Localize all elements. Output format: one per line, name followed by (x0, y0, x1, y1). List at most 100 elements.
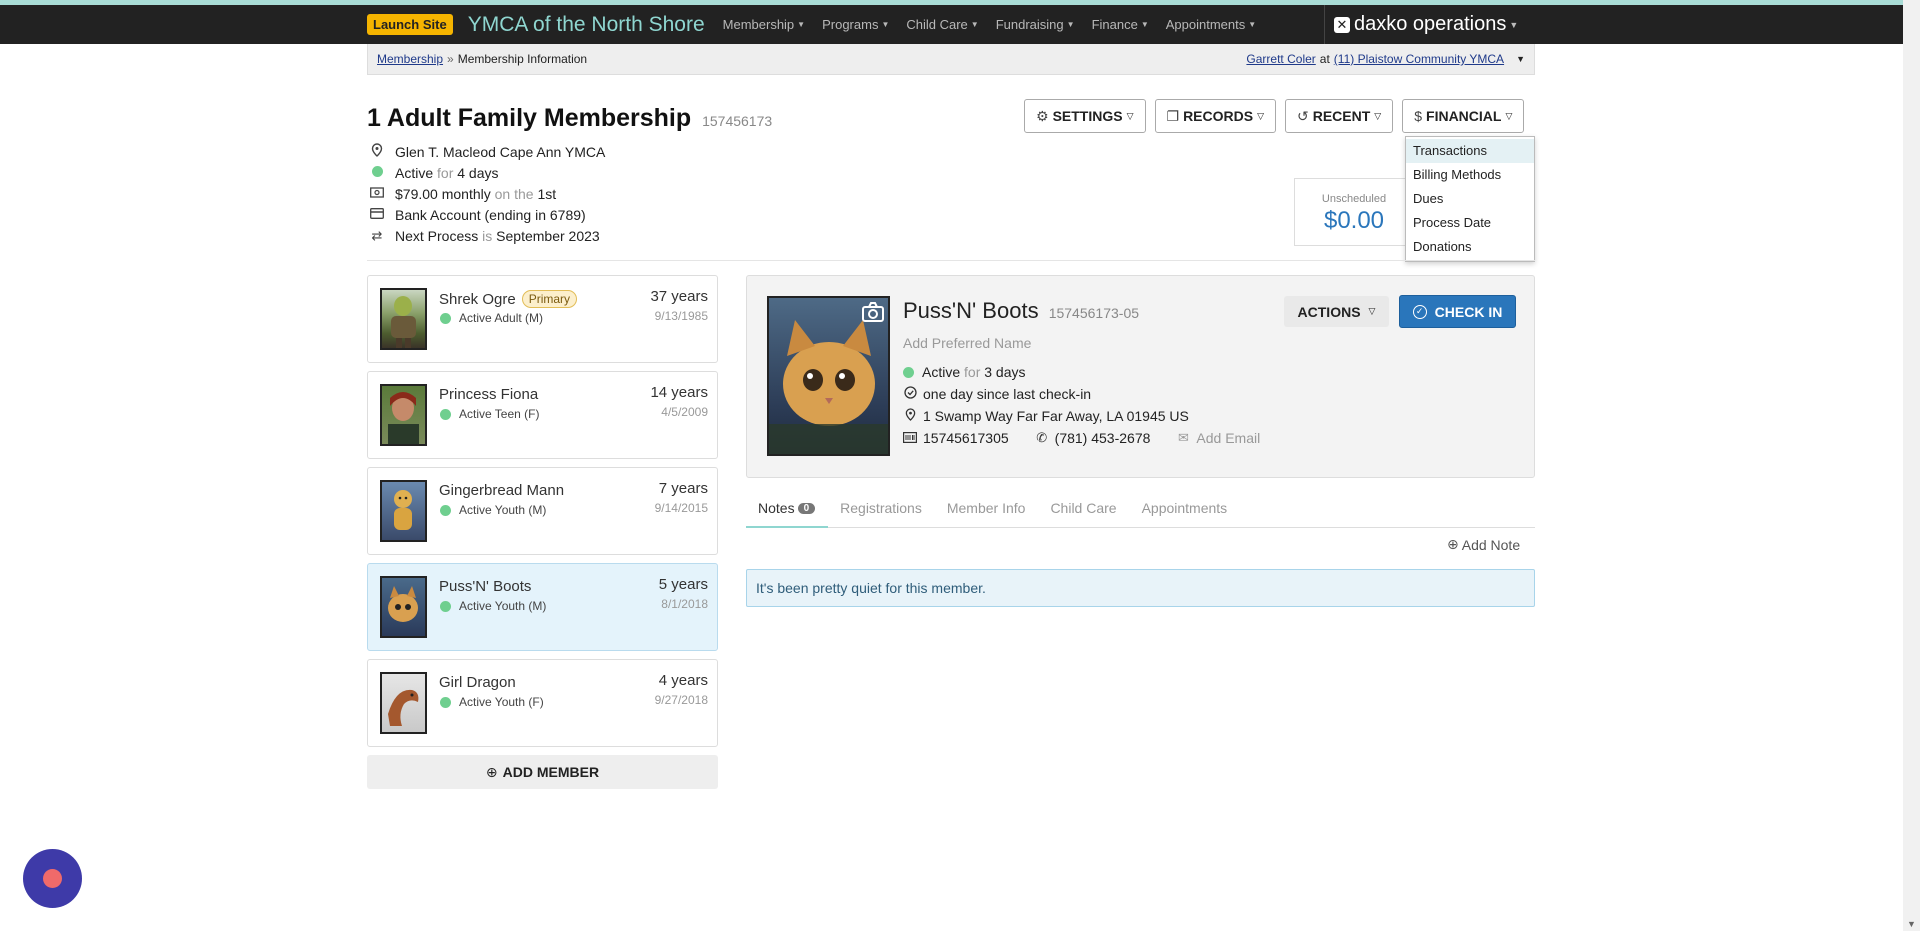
tab-registrations[interactable]: Registrations (828, 495, 935, 528)
billing-day: 1st (537, 185, 557, 202)
org-name-link[interactable]: YMCA of the North Shore (468, 13, 705, 37)
next-process-row: ⇄ Next Process is September 2023 (369, 225, 605, 246)
tab-member-info[interactable]: Member Info (935, 495, 1039, 528)
nav-finance[interactable]: Finance ▼ (1092, 17, 1149, 32)
nav-label: Programs (822, 17, 879, 32)
member-name: Gingerbread Mann (439, 482, 565, 499)
member-name-row: Shrek Ogre Primary (439, 290, 578, 308)
member-card-fiona[interactable]: Princess Fiona Active Teen (F) 14 years … (367, 371, 718, 459)
member-age: 5 years (658, 576, 708, 593)
member-detail-photo[interactable] (767, 296, 890, 456)
detail-address-row: 1 Swamp Way Far Far Away, LA 01945 US (903, 408, 1189, 424)
credit-card-icon (369, 207, 385, 222)
barcode-icon (903, 431, 918, 446)
actions-button[interactable]: ACTIONS ▽ (1284, 296, 1389, 327)
financial-label: FINANCIAL (1426, 108, 1502, 124)
nav-membership[interactable]: Membership ▼ (723, 17, 805, 32)
payment-row: Bank Account (ending in 6789) (369, 204, 605, 225)
envelope-icon: ✉ (1177, 430, 1189, 445)
member-card-puss[interactable]: Puss'N' Boots Active Youth (M) 5 years 8… (367, 563, 718, 651)
nav-label: Finance (1091, 17, 1138, 32)
membership-title: 1 Adult Family Membership (367, 104, 692, 132)
nav-child-care[interactable]: Child Care ▼ (906, 17, 978, 32)
add-note-button[interactable]: ⊕ Add Note (1447, 536, 1520, 553)
menu-item-dues[interactable]: Dues (1406, 187, 1534, 211)
tab-appointments[interactable]: Appointments (1130, 495, 1241, 528)
detail-duration: 3 days (984, 364, 1026, 380)
detail-address: 1 Swamp Way Far Far Away, LA 01945 US (923, 408, 1189, 424)
breadcrumb: Membership » Membership Information Garr… (367, 44, 1535, 75)
user-link[interactable]: Garrett Coler (1246, 52, 1315, 66)
chevron-down-icon: ▼ (881, 20, 890, 29)
plus-circle-icon: ⊕ (1447, 536, 1459, 552)
member-name-row: Puss'N' Boots (439, 578, 531, 595)
member-status: Active Teen (F) (440, 407, 539, 421)
menu-item-billing-methods[interactable]: Billing Methods (1406, 163, 1534, 187)
member-name-row: Princess Fiona (439, 386, 538, 403)
menu-item-process-date[interactable]: Process Date (1406, 211, 1534, 235)
nav-programs[interactable]: Programs ▼ (822, 17, 889, 32)
check-in-button[interactable]: ✓ CHECK IN (1399, 295, 1516, 328)
status-dot-icon (903, 366, 914, 378)
branch-row: Glen T. Macleod Cape Ann YMCA (369, 141, 605, 162)
records-button[interactable]: ❐ RECORDS ▽ (1154, 99, 1276, 133)
at-label: at (1319, 52, 1330, 66)
add-email-link[interactable]: Add Email (1196, 430, 1260, 446)
for-label: for (437, 164, 454, 181)
add-preferred-name-link[interactable]: Add Preferred Name (903, 335, 1031, 351)
on-the-label: on the (494, 185, 534, 202)
camera-icon[interactable] (862, 302, 884, 322)
member-status-label: Active Adult (M) (459, 311, 544, 325)
add-member-button[interactable]: ⊕ ADD MEMBER (367, 755, 718, 789)
copy-icon: ❐ (1166, 107, 1180, 124)
chevron-down-icon: ▼ (1066, 20, 1075, 29)
member-card-gingerbread[interactable]: Gingerbread Mann Active Youth (M) 7 year… (367, 467, 718, 555)
payment-method: Bank Account (ending in 6789) (395, 206, 586, 223)
menu-item-donations[interactable]: Donations (1406, 235, 1534, 259)
member-detail-name: Puss'N' Boots (903, 298, 1039, 323)
page-scrollbar[interactable]: ▼ (1903, 0, 1920, 931)
member-status-label: Active Youth (M) (459, 599, 547, 613)
breadcrumb-separator: » (447, 52, 454, 66)
daxko-brand-menu[interactable]: ✕ daxko operations ▼ (1324, 5, 1535, 44)
breadcrumb-membership-link[interactable]: Membership (377, 52, 443, 66)
tab-child-care[interactable]: Child Care (1038, 495, 1129, 528)
member-photo (380, 672, 427, 734)
check-circle-icon: ✓ (1412, 304, 1427, 319)
financial-button[interactable]: $ FINANCIAL ▽ (1402, 99, 1525, 133)
member-detail-card: Puss'N' Boots 157456173-05 Add Preferred… (746, 275, 1535, 478)
member-card-dragon[interactable]: Girl Dragon Active Youth (F) 4 years 9/2… (367, 659, 718, 747)
chat-launcher[interactable] (23, 849, 82, 908)
unscheduled-panel: Unscheduled $0.00 (1294, 178, 1414, 246)
location-link[interactable]: (11) Plaistow Community YMCA (1334, 52, 1504, 66)
actions-label: ACTIONS (1297, 303, 1361, 320)
chevron-down-icon: ▽ (1126, 110, 1134, 121)
detail-contact-row: 15745617305 ✆ (781) 453-2678 ✉ Add Email (903, 430, 1260, 446)
nav-appointments[interactable]: Appointments ▼ (1166, 17, 1256, 32)
settings-button[interactable]: ⚙ SETTINGS ▽ (1024, 99, 1146, 133)
chevron-down-icon: ▼ (797, 20, 806, 29)
branch-name: Glen T. Macleod Cape Ann YMCA (395, 143, 606, 160)
member-name: Princess Fiona (439, 386, 539, 403)
launch-site-button[interactable]: Launch Site (367, 14, 453, 35)
status-duration: 4 days (457, 164, 499, 181)
scroll-down-icon[interactable]: ▼ (1907, 919, 1916, 929)
records-label: RECORDS (1183, 108, 1254, 124)
tab-label: Notes (758, 500, 795, 516)
nav-fundraising[interactable]: Fundraising ▼ (996, 17, 1075, 32)
status-dot-icon (440, 312, 451, 324)
dollar-icon: $ (1414, 108, 1423, 124)
chevron-down-icon: ▽ (1505, 110, 1513, 121)
chevron-down-icon[interactable]: ▼ (1516, 54, 1525, 64)
plus-circle-icon: ⊕ (485, 763, 498, 780)
member-card-shrek[interactable]: Shrek Ogre Primary Active Adult (M) 37 y… (367, 275, 718, 363)
status-text: Active (395, 164, 434, 181)
menu-item-transactions[interactable]: Transactions (1406, 139, 1534, 163)
tab-notes[interactable]: Notes 0 (746, 495, 829, 528)
unscheduled-label: Unscheduled (1321, 193, 1387, 205)
recent-button[interactable]: ↺ RECENT ▽ (1285, 99, 1394, 133)
gear-icon: ⚙ (1036, 107, 1049, 124)
member-photo (380, 288, 427, 350)
brand-name: daxko operations (1354, 13, 1507, 35)
add-member-label: ADD MEMBER (502, 764, 600, 780)
